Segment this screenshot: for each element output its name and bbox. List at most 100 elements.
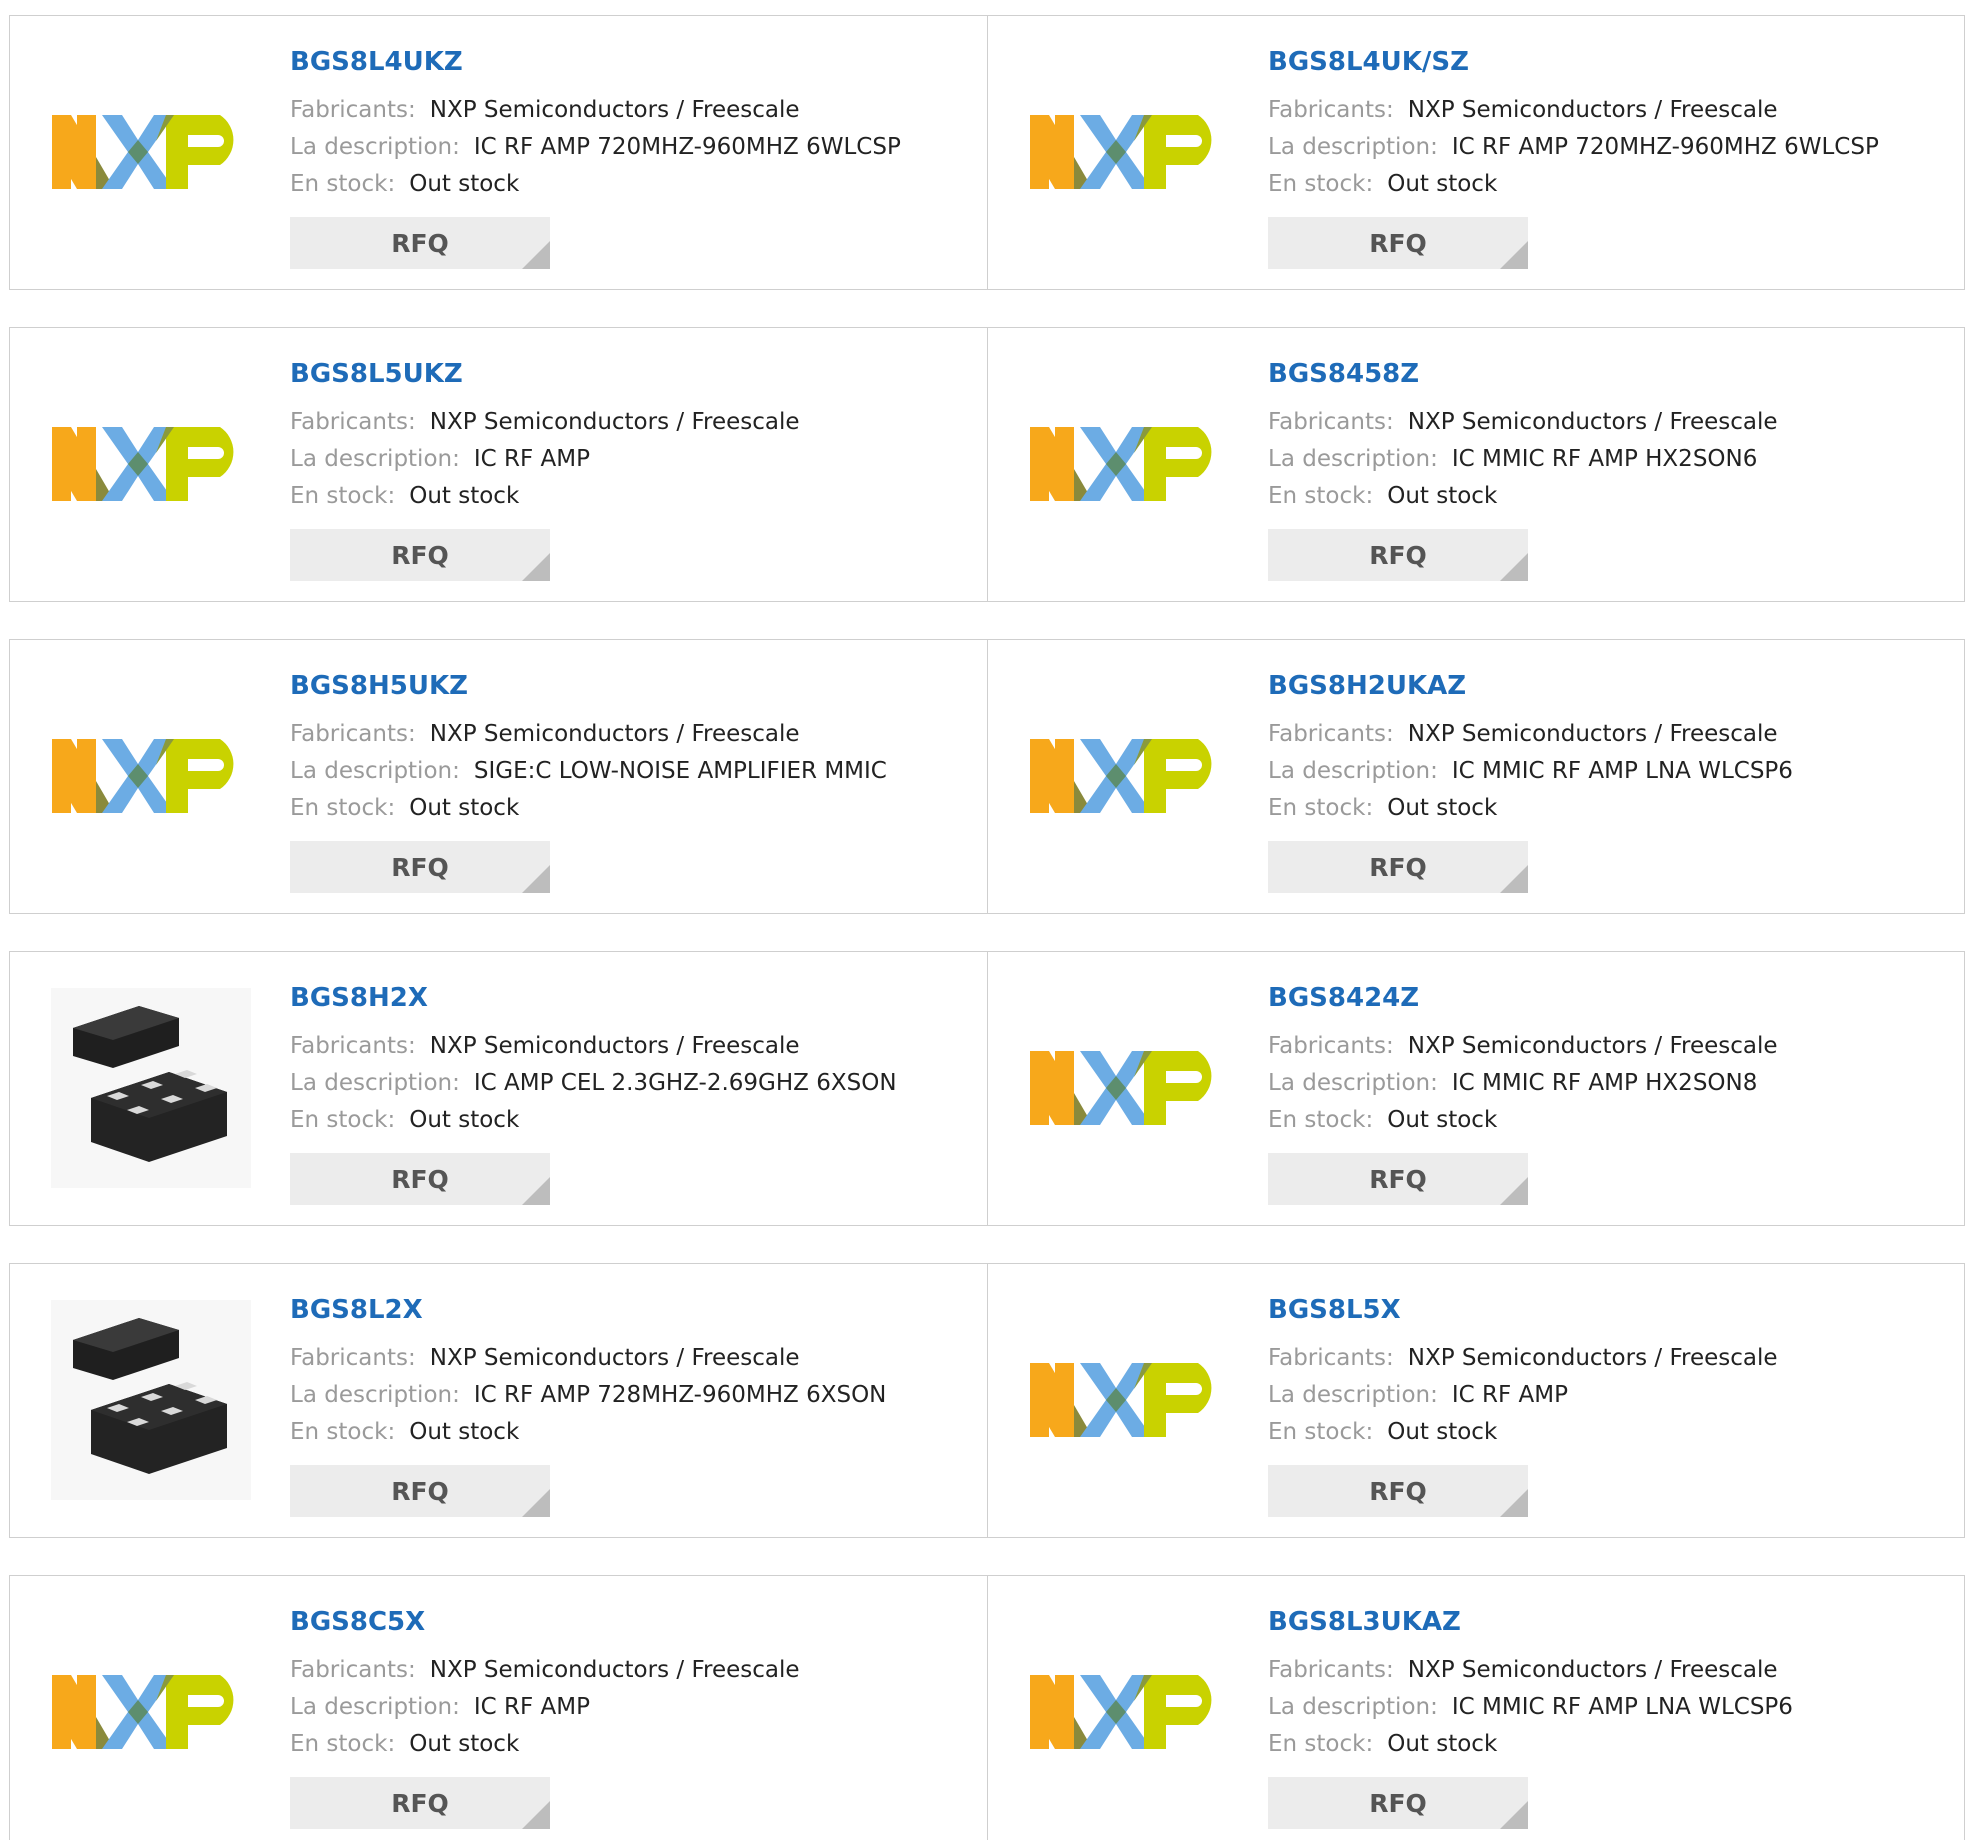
- product-info: BGS8L5UKZ Fabricants: NXP Semiconductors …: [290, 358, 967, 515]
- description-label: La description:: [290, 758, 460, 784]
- rfq-button-label: RFQ: [1369, 1476, 1427, 1506]
- part-number-link[interactable]: BGS8L4UKZ: [290, 46, 463, 78]
- manufacturer-line: Fabricants: NXP Semiconductors / Freescal…: [290, 404, 967, 441]
- manufacturer-value: NXP Semiconductors / Freescale: [1407, 1033, 1778, 1059]
- part-number-link[interactable]: BGS8L5X: [1268, 1294, 1401, 1326]
- part-number-link[interactable]: BGS8L4UK/SZ: [1268, 46, 1469, 78]
- manufacturer-line: Fabricants: NXP Semiconductors / Freescal…: [290, 1028, 967, 1065]
- part-number-link[interactable]: BGS8C5X: [290, 1606, 425, 1638]
- rfq-button[interactable]: RFQ: [290, 841, 550, 893]
- rfq-button[interactable]: RFQ: [1268, 1465, 1528, 1517]
- description-value: IC RF AMP 728MHZ-960MHZ 6XSON: [473, 1382, 887, 1408]
- product-image[interactable]: [1029, 1612, 1229, 1812]
- manufacturer-value: NXP Semiconductors / Freescale: [429, 97, 800, 123]
- rfq-button[interactable]: RFQ: [1268, 217, 1528, 269]
- product-card: BGS8L2X Fabricants: NXP Semiconductors / …: [10, 1264, 987, 1537]
- manufacturer-value: NXP Semiconductors / Freescale: [429, 409, 800, 435]
- stock-line: En stock: Out stock: [290, 790, 967, 827]
- rfq-button[interactable]: RFQ: [290, 1153, 550, 1205]
- product-info: BGS8L4UK/SZ Fabricants: NXP Semiconductor…: [1268, 46, 1944, 203]
- rfq-button-label: RFQ: [1369, 228, 1427, 258]
- rfq-button-label: RFQ: [391, 540, 449, 570]
- manufacturer-label: Fabricants:: [290, 409, 416, 435]
- product-info: BGS8L3UKAZ Fabricants: NXP Semiconductors…: [1268, 1606, 1944, 1763]
- product-info: BGS8L4UKZ Fabricants: NXP Semiconductors …: [290, 46, 967, 203]
- product-card: BGS8C5X Fabricants: NXP Semiconductors / …: [10, 1576, 987, 1840]
- product-image[interactable]: [51, 1612, 251, 1812]
- rfq-button[interactable]: RFQ: [1268, 1777, 1528, 1829]
- product-image[interactable]: [1029, 52, 1229, 252]
- manufacturer-label: Fabricants:: [290, 1345, 416, 1371]
- rfq-button[interactable]: RFQ: [290, 1777, 550, 1829]
- product-image[interactable]: [1029, 1300, 1229, 1500]
- rfq-button-label: RFQ: [1369, 540, 1427, 570]
- manufacturer-line: Fabricants: NXP Semiconductors / Freescal…: [1268, 1340, 1944, 1377]
- part-number-link[interactable]: BGS8458Z: [1268, 358, 1419, 390]
- nxp-logo-icon: [52, 115, 234, 189]
- manufacturer-value: NXP Semiconductors / Freescale: [1407, 1345, 1778, 1371]
- part-number-link[interactable]: BGS8H2UKAZ: [1268, 670, 1466, 702]
- rfq-button[interactable]: RFQ: [290, 1465, 550, 1517]
- rfq-button[interactable]: RFQ: [290, 529, 550, 581]
- corner-triangle-icon: [522, 241, 550, 269]
- description-line: La description: IC RF AMP 720MHZ-960MHZ 6…: [1268, 129, 1944, 166]
- product-image[interactable]: [1029, 676, 1229, 876]
- description-value: IC MMIC RF AMP LNA WLCSP6: [1451, 1694, 1793, 1720]
- product-image[interactable]: [51, 364, 251, 564]
- product-row: BGS8L2X Fabricants: NXP Semiconductors / …: [9, 1263, 1965, 1538]
- stock-value: Out stock: [1387, 171, 1498, 197]
- rfq-button[interactable]: RFQ: [1268, 1153, 1528, 1205]
- manufacturer-value: NXP Semiconductors / Freescale: [1407, 721, 1778, 747]
- nxp-logo-icon: [52, 427, 234, 501]
- description-label: La description:: [290, 1694, 460, 1720]
- description-label: La description:: [290, 446, 460, 472]
- product-image[interactable]: [1029, 988, 1229, 1188]
- corner-triangle-icon: [1500, 1177, 1528, 1205]
- description-line: La description: IC RF AMP 720MHZ-960MHZ 6…: [290, 129, 967, 166]
- stock-line: En stock: Out stock: [1268, 1102, 1944, 1139]
- product-image[interactable]: [51, 676, 251, 876]
- part-number-link[interactable]: BGS8H2X: [290, 982, 428, 1014]
- chip-package-icon: [51, 988, 251, 1188]
- stock-value: Out stock: [1387, 1107, 1498, 1133]
- description-line: La description: IC RF AMP: [290, 1689, 967, 1726]
- corner-triangle-icon: [522, 1801, 550, 1829]
- part-number-link[interactable]: BGS8L2X: [290, 1294, 423, 1326]
- rfq-button[interactable]: RFQ: [1268, 841, 1528, 893]
- description-value: IC RF AMP: [1451, 1382, 1568, 1408]
- stock-line: En stock: Out stock: [1268, 166, 1944, 203]
- description-label: La description:: [290, 1070, 460, 1096]
- description-label: La description:: [1268, 134, 1438, 160]
- product-card: BGS8424Z Fabricants: NXP Semiconductors /…: [987, 952, 1964, 1225]
- description-label: La description:: [1268, 758, 1438, 784]
- part-number-link[interactable]: BGS8L3UKAZ: [1268, 1606, 1461, 1638]
- manufacturer-line: Fabricants: NXP Semiconductors / Freescal…: [1268, 404, 1944, 441]
- description-label: La description:: [1268, 446, 1438, 472]
- rfq-button[interactable]: RFQ: [290, 217, 550, 269]
- manufacturer-line: Fabricants: NXP Semiconductors / Freescal…: [1268, 1652, 1944, 1689]
- stock-value: Out stock: [409, 1731, 520, 1757]
- part-number-link[interactable]: BGS8424Z: [1268, 982, 1419, 1014]
- product-image[interactable]: [51, 1300, 251, 1500]
- stock-label: En stock:: [1268, 1419, 1374, 1445]
- description-line: La description: IC MMIC RF AMP HX2SON8: [1268, 1065, 1944, 1102]
- stock-label: En stock:: [290, 1731, 396, 1757]
- stock-line: En stock: Out stock: [290, 1414, 967, 1451]
- corner-triangle-icon: [1500, 553, 1528, 581]
- description-value: SIGE:C LOW-NOISE AMPLIFIER MMIC: [473, 758, 887, 784]
- product-image[interactable]: [1029, 364, 1229, 564]
- stock-value: Out stock: [409, 1419, 520, 1445]
- description-value: IC RF AMP: [473, 446, 590, 472]
- stock-label: En stock:: [290, 1107, 396, 1133]
- product-image[interactable]: [51, 52, 251, 252]
- product-image[interactable]: [51, 988, 251, 1188]
- nxp-logo-icon: [1030, 427, 1212, 501]
- manufacturer-label: Fabricants:: [290, 721, 416, 747]
- manufacturer-value: NXP Semiconductors / Freescale: [429, 1345, 800, 1371]
- description-line: La description: IC AMP CEL 2.3GHZ-2.69GHZ…: [290, 1065, 967, 1102]
- rfq-button[interactable]: RFQ: [1268, 529, 1528, 581]
- part-number-link[interactable]: BGS8H5UKZ: [290, 670, 468, 702]
- part-number-link[interactable]: BGS8L5UKZ: [290, 358, 463, 390]
- corner-triangle-icon: [522, 865, 550, 893]
- corner-triangle-icon: [1500, 1801, 1528, 1829]
